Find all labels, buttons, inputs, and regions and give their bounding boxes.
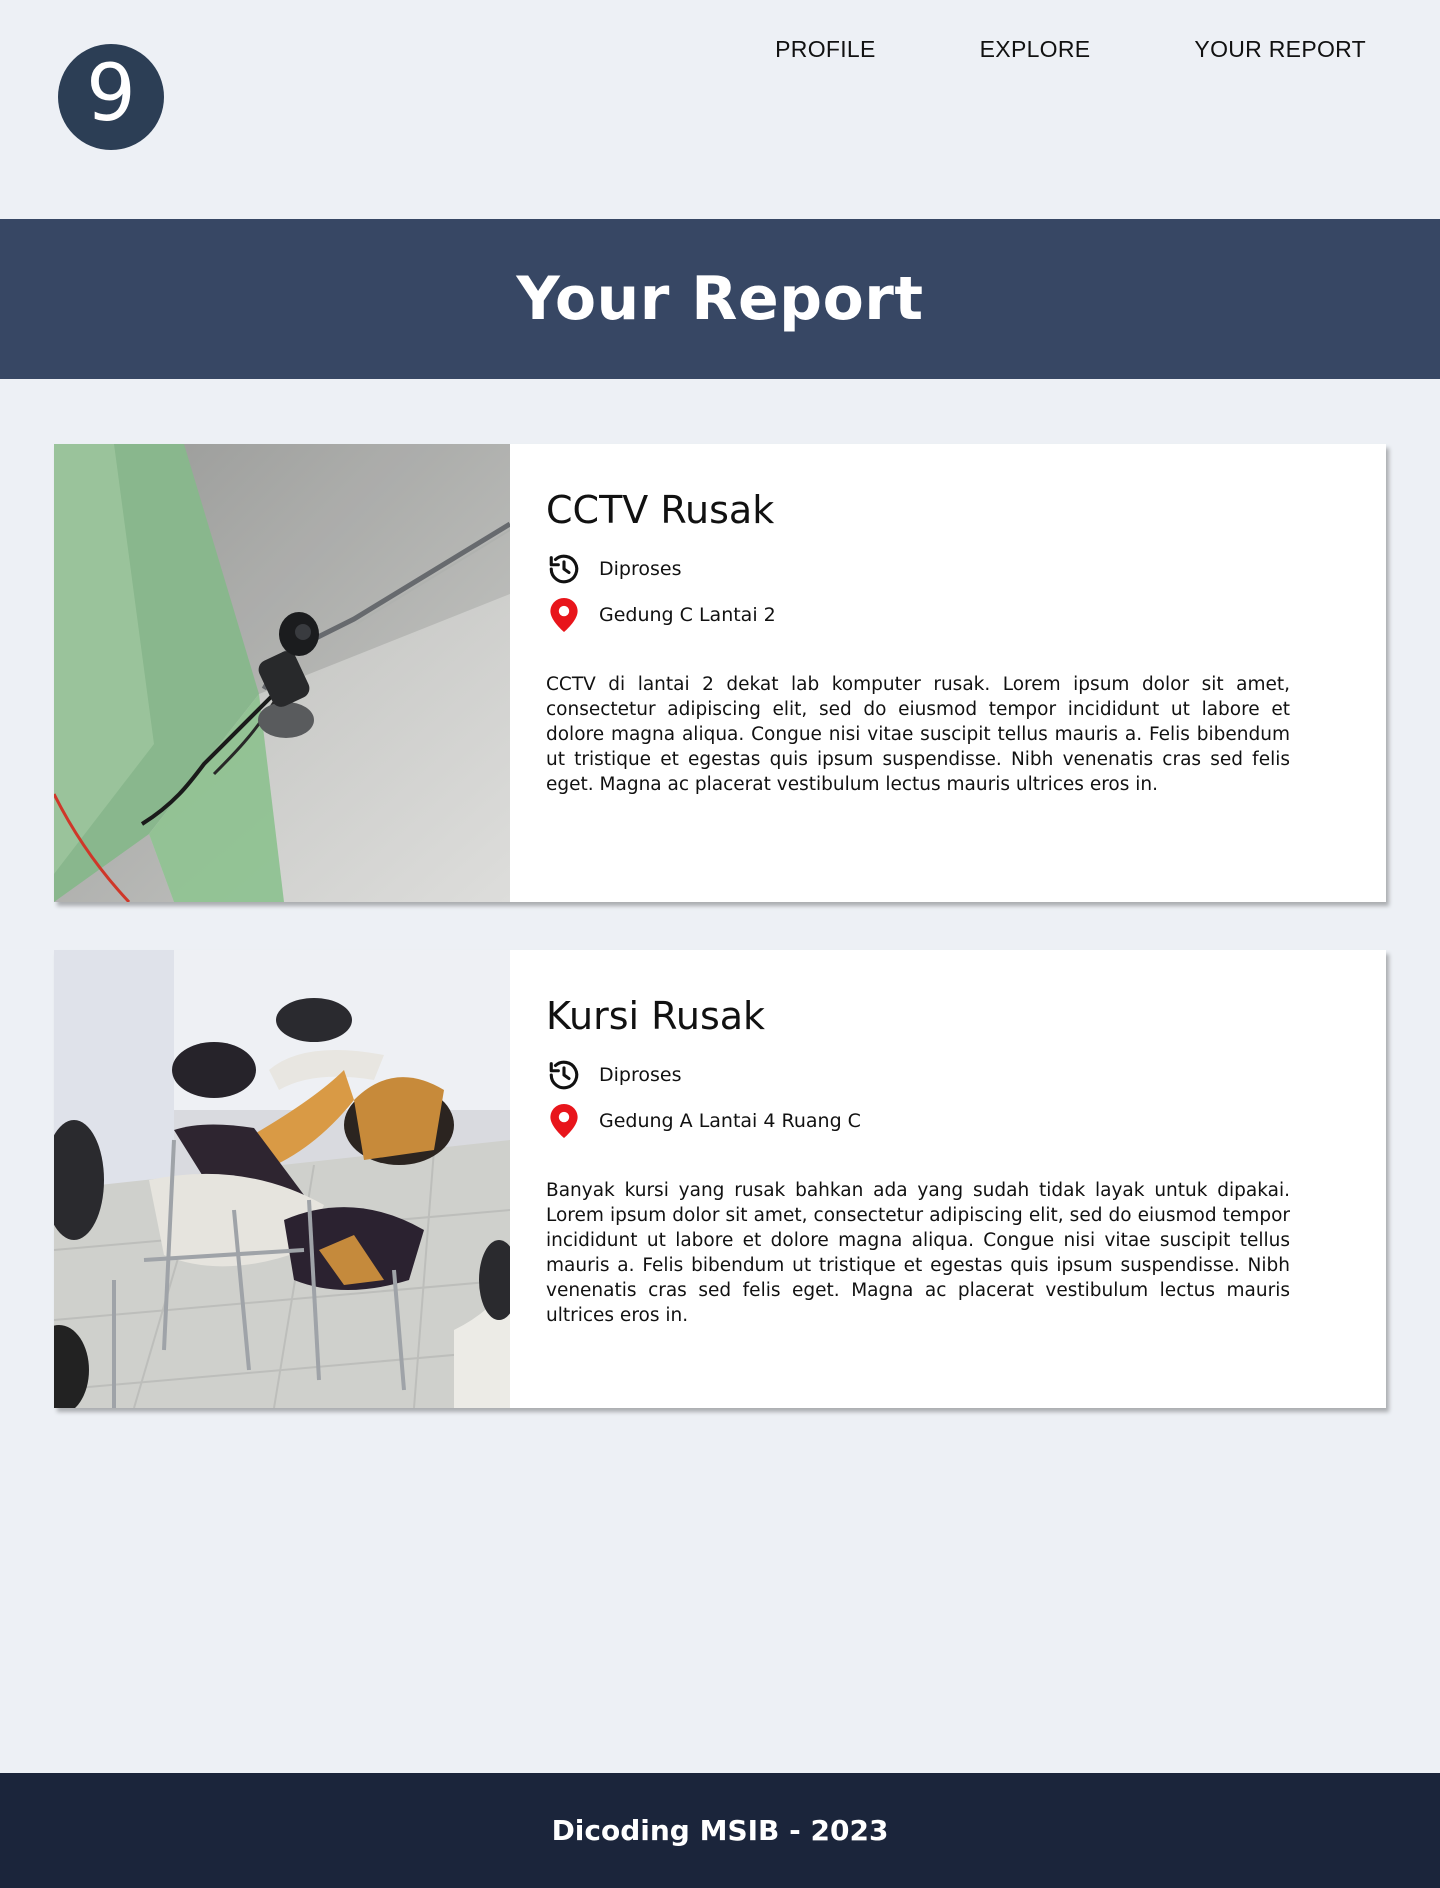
report-photo-cctv [54, 444, 510, 902]
report-status-text: Diproses [599, 558, 682, 580]
report-location-text: Gedung A Lantai 4 Ruang C [599, 1110, 861, 1132]
map-pin-icon [546, 1103, 582, 1139]
report-status-text: Diproses [599, 1064, 682, 1086]
site-header: 9 PROFILE EXPLORE YOUR REPORT [0, 0, 1440, 219]
main-nav: PROFILE EXPLORE YOUR REPORT [775, 36, 1366, 63]
footer-text: Dicoding MSIB - 2023 [551, 1814, 889, 1847]
report-title: CCTV Rusak [546, 488, 775, 532]
report-location-text: Gedung C Lantai 2 [599, 604, 776, 626]
report-body: Kursi Rusak Diproses Gedung A Lantai 4 R… [510, 950, 1386, 1408]
report-status: Diproses [546, 552, 1290, 586]
site-logo[interactable]: 9 [58, 44, 164, 150]
map-pin-icon [546, 597, 582, 633]
report-card[interactable]: CCTV Rusak Diproses Gedung C Lantai 2 CC… [54, 444, 1386, 902]
report-description: CCTV di lantai 2 dekat lab komputer rusa… [546, 674, 1290, 795]
nav-explore-link[interactable]: EXPLORE [980, 36, 1091, 63]
report-body: CCTV Rusak Diproses Gedung C Lantai 2 CC… [510, 444, 1386, 902]
page-hero: Your Report [0, 219, 1440, 379]
logo-glyph: 9 [86, 49, 136, 139]
page-title: Your Report [516, 264, 924, 334]
site-footer: Dicoding MSIB - 2023 [0, 1773, 1440, 1888]
report-description: Banyak kursi yang rusak bahkan ada yang … [546, 1180, 1290, 1326]
report-card[interactable]: Kursi Rusak Diproses Gedung A Lantai 4 R… [54, 950, 1386, 1408]
nav-your-report-link[interactable]: YOUR REPORT [1194, 36, 1366, 63]
report-location: Gedung C Lantai 2 [546, 598, 1290, 632]
history-icon [546, 551, 582, 587]
report-status: Diproses [546, 1058, 1290, 1092]
report-location: Gedung A Lantai 4 Ruang C [546, 1104, 1290, 1138]
report-title: Kursi Rusak [546, 994, 766, 1038]
history-icon [546, 1057, 582, 1093]
nav-profile-link[interactable]: PROFILE [775, 36, 876, 63]
report-photo-chairs [54, 950, 510, 1408]
